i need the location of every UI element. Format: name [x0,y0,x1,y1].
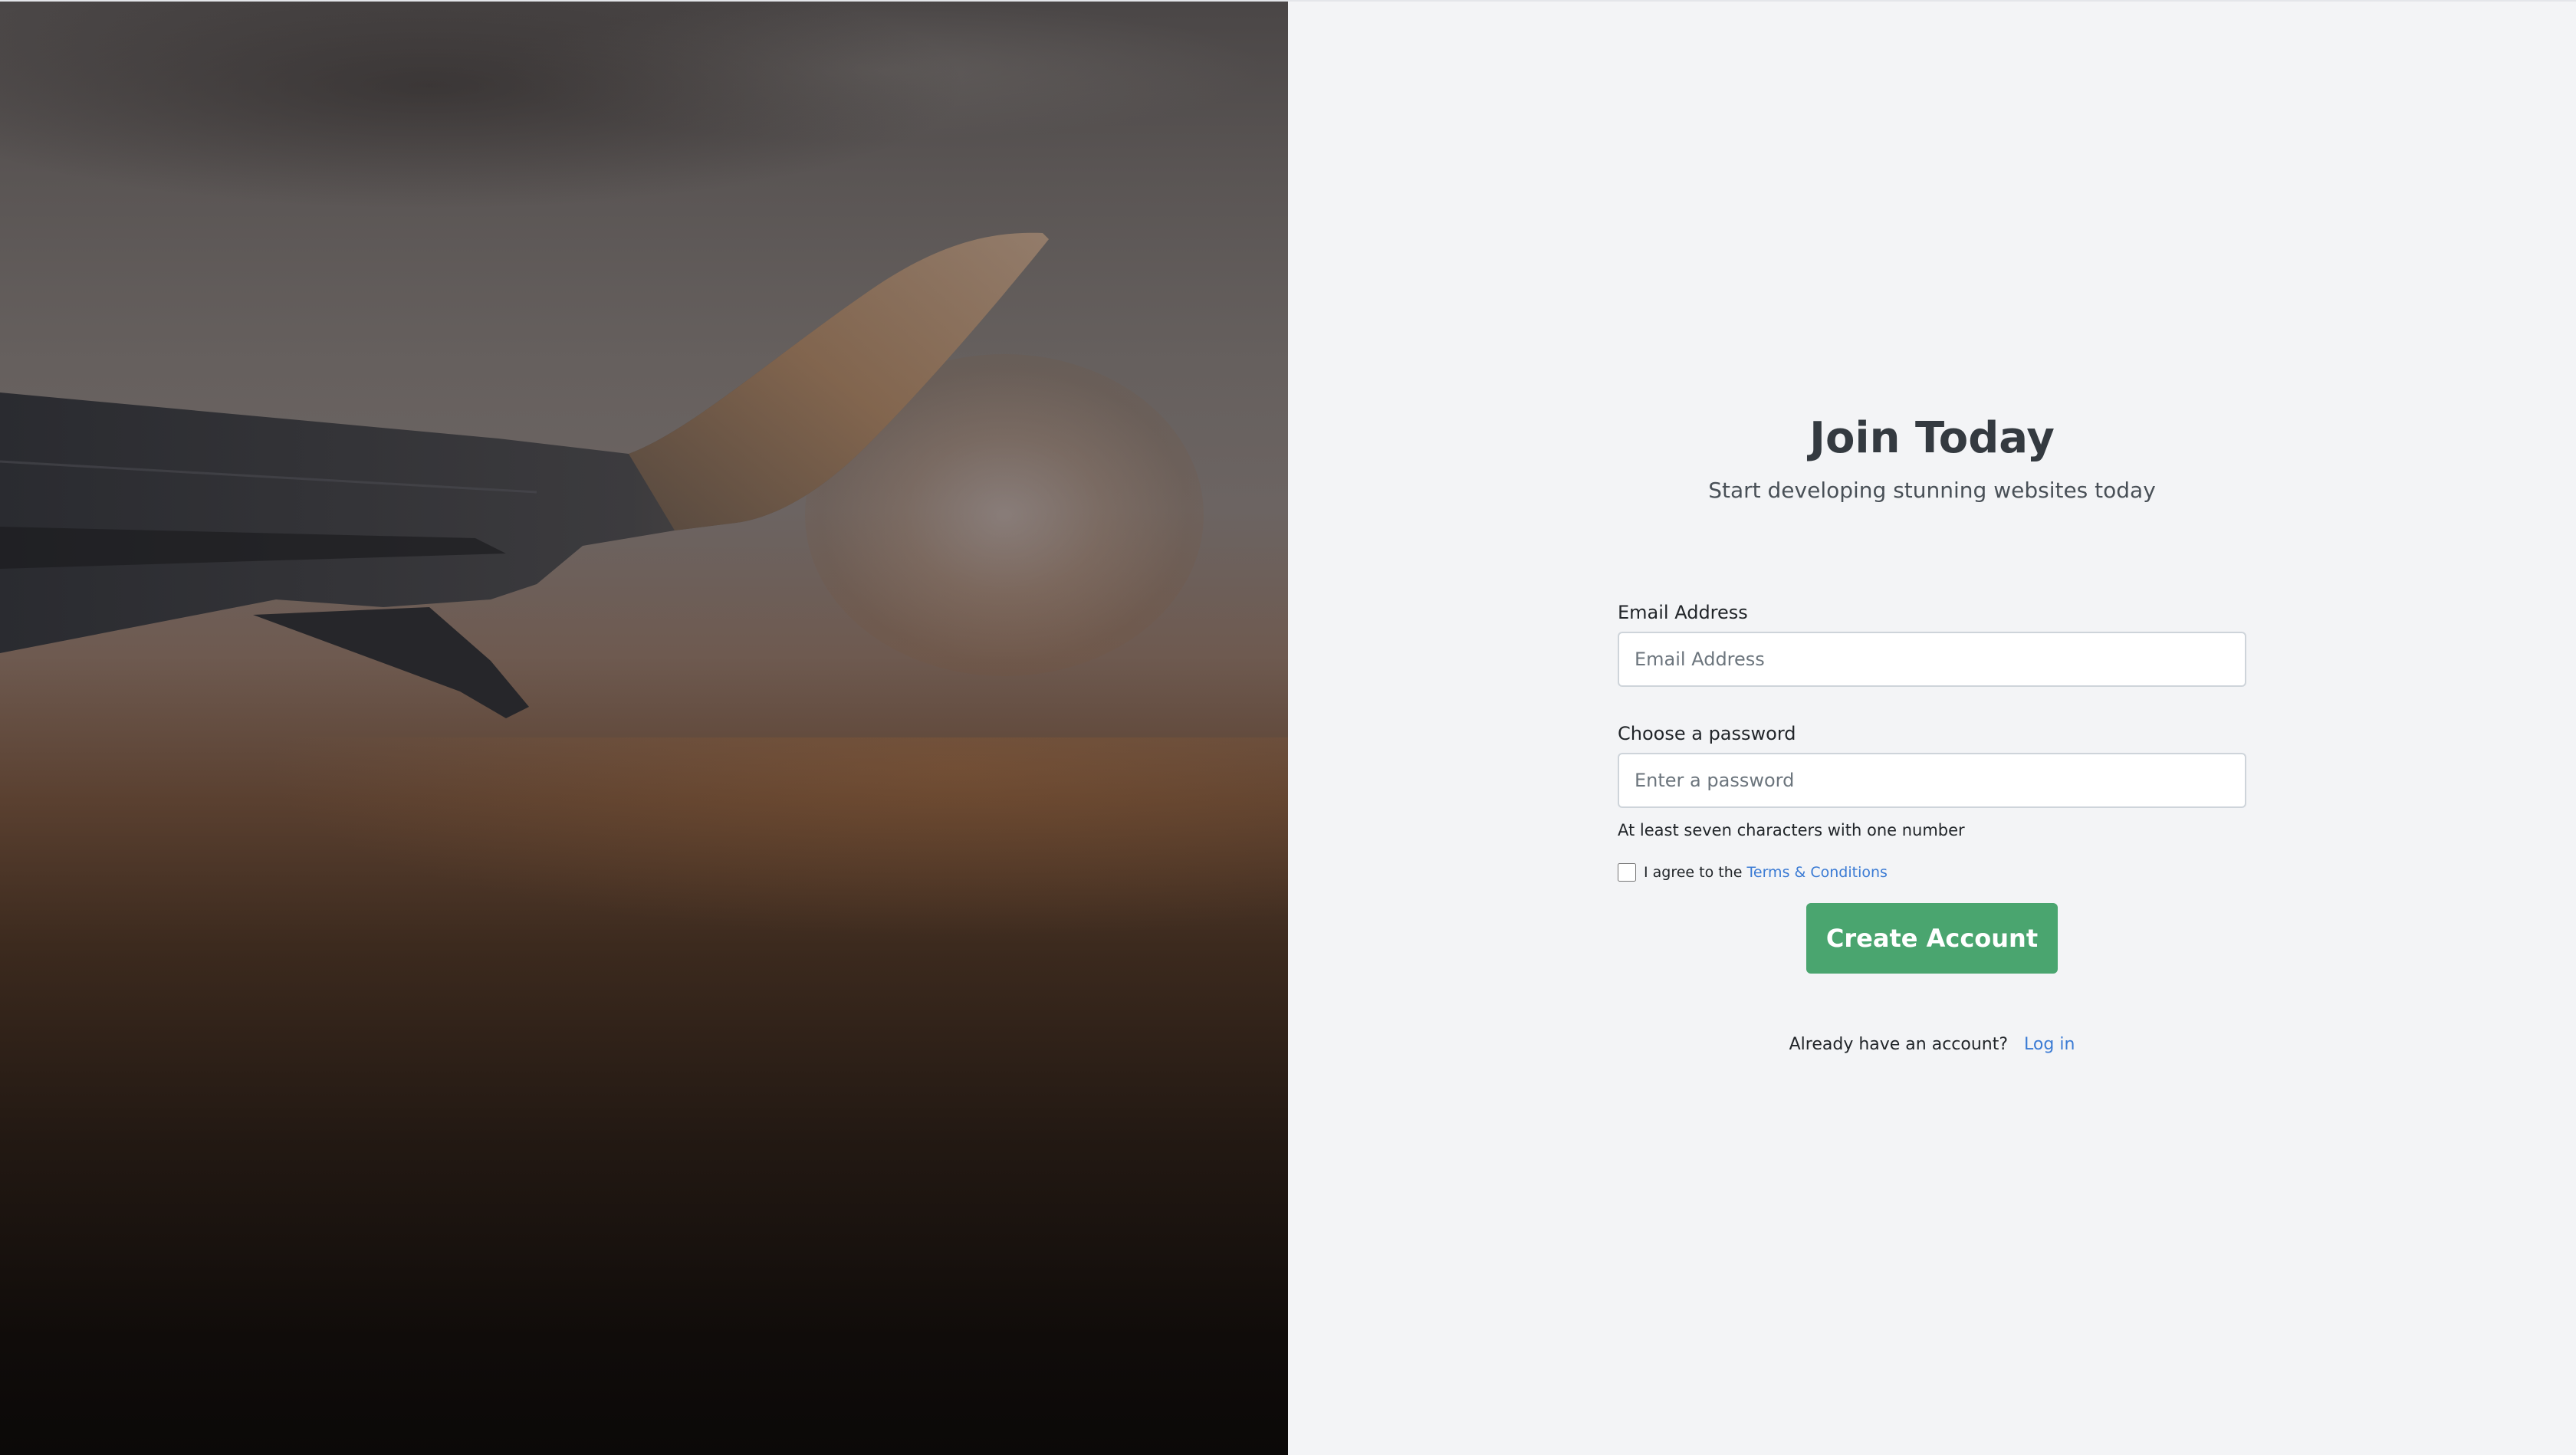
password-label: Choose a password [1618,723,1796,744]
terms-prefix-text: I agree to the [1644,864,1743,881]
login-prompt-text: Already have an account? [1789,1035,2009,1054]
password-field[interactable] [1618,753,2246,808]
hero-image [0,2,1288,1455]
terms-link[interactable]: Terms & Conditions [1747,862,1888,883]
login-prompt: Already have an account? Log in [1618,1033,2246,1056]
email-label: Email Address [1618,602,1748,623]
terms-row: I agree to the Terms & Conditions [1618,862,2246,883]
page-title: Join Today [1809,413,2055,463]
signup-form-panel: Join Today Start developing stunning web… [1288,2,2576,1455]
create-account-button[interactable]: Create Account [1806,903,2058,974]
password-hint: At least seven characters with one numbe… [1618,821,1965,839]
airplane-wing-graphic [0,232,1049,718]
login-link[interactable]: Log in [2024,1035,2075,1054]
terms-checkbox[interactable] [1618,863,1636,882]
email-field[interactable] [1618,632,2246,687]
signup-form: Join Today Start developing stunning web… [1618,408,2246,1056]
page-subtitle: Start developing stunning websites today [1708,478,2156,503]
signup-page: Join Today Start developing stunning web… [0,0,2576,1455]
